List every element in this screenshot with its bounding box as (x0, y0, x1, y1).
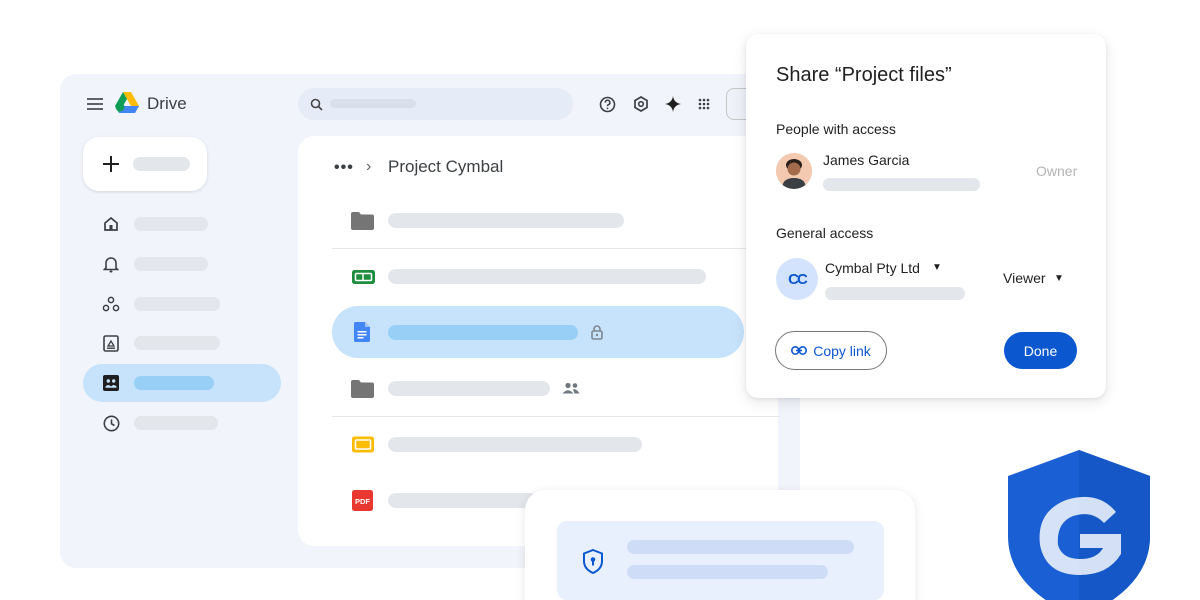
search-placeholder-bar (330, 99, 416, 108)
person-name: James Garcia (823, 152, 910, 168)
general-access-heading: General access (776, 225, 874, 241)
file-name-bar (388, 381, 550, 396)
security-text-bar (627, 565, 828, 579)
slides-icon (351, 434, 375, 454)
home-icon[interactable] (101, 214, 121, 234)
bell-icon[interactable] (101, 254, 121, 274)
row-divider (332, 416, 780, 417)
sidebar-item-label (134, 217, 208, 231)
breadcrumb-separator: › (366, 158, 372, 175)
sidebar-item-label (134, 376, 214, 390)
file-name-bar (388, 325, 578, 340)
account-button[interactable] (726, 88, 748, 120)
caret-down-icon[interactable]: ▼ (1054, 273, 1064, 284)
my-drive-icon[interactable] (101, 333, 121, 353)
people-with-access-heading: People with access (776, 121, 896, 137)
security-text-bar (627, 540, 854, 554)
caret-down-icon[interactable]: ▼ (932, 262, 942, 273)
help-icon[interactable] (597, 94, 617, 114)
clock-icon[interactable] (101, 413, 121, 433)
folder-icon (350, 379, 374, 399)
file-name-bar (388, 493, 538, 508)
file-name-bar (388, 213, 624, 228)
folder-icon (350, 211, 374, 231)
done-button[interactable]: Done (1004, 332, 1077, 369)
breadcrumb-more[interactable]: ••• (334, 159, 354, 177)
shared-people-icon (561, 380, 581, 396)
share-dialog-title: Share “Project files” (776, 64, 952, 86)
role-dropdown[interactable]: Viewer (1003, 270, 1046, 286)
cymbal-logo: CC (788, 270, 808, 288)
settings-icon[interactable] (631, 94, 651, 114)
organization-dropdown[interactable]: Cymbal Pty Ltd (825, 260, 920, 276)
link-icon (791, 346, 808, 355)
google-shield-logo (1000, 448, 1158, 600)
breadcrumb-current-folder[interactable]: Project Cymbal (388, 157, 503, 177)
person-role: Owner (1036, 163, 1078, 179)
app-name: Drive (147, 94, 187, 113)
sidebar-item-label (134, 257, 208, 271)
organization-avatar: CC (776, 258, 818, 300)
svg-text:PDF: PDF (355, 497, 370, 506)
apps-grid-icon[interactable] (695, 95, 713, 113)
copy-link-label: Copy link (813, 342, 871, 359)
security-alert-box (557, 521, 884, 600)
pdf-icon: PDF (351, 489, 373, 511)
new-button-label-bar (133, 157, 190, 171)
file-name-bar (388, 269, 706, 284)
sheets-icon (351, 267, 375, 287)
person-email-bar (823, 178, 980, 191)
drive-logo-icon (114, 91, 140, 115)
workspaces-icon[interactable] (101, 294, 121, 314)
avatar (776, 153, 812, 189)
main-menu-icon[interactable] (86, 95, 104, 113)
sidebar-item-label (134, 416, 218, 430)
lock-icon (589, 323, 605, 341)
docs-icon (352, 321, 372, 343)
file-name-bar (388, 437, 642, 452)
shared-drive-icon (101, 373, 121, 393)
sidebar-item-label (134, 297, 220, 311)
search-icon (308, 96, 324, 112)
shield-lock-icon (580, 548, 606, 574)
organization-description-bar (825, 287, 965, 300)
sidebar-item-label (134, 336, 220, 350)
plus-icon (101, 154, 121, 174)
row-divider (332, 248, 780, 249)
copy-link-button[interactable]: Copy link (775, 331, 887, 370)
gemini-sparkle-icon[interactable] (663, 94, 683, 114)
